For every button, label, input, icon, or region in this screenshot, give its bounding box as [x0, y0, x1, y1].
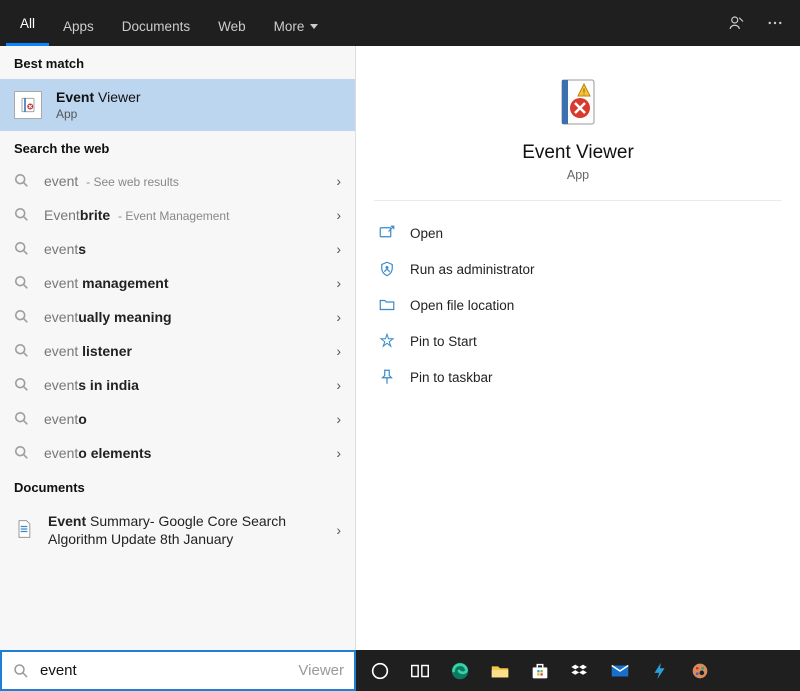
- web-suggestion-text: event listener: [44, 343, 336, 359]
- search-icon: [14, 173, 30, 189]
- search-icon: [14, 343, 30, 359]
- web-suggestion-text: event - See web results: [44, 173, 336, 189]
- web-suggestion-text: events in india: [44, 377, 336, 393]
- chevron-right-icon: ›: [336, 275, 341, 291]
- web-suggestion-text: eventually meaning: [44, 309, 336, 325]
- web-suggestion[interactable]: Eventbrite - Event Management›: [0, 198, 355, 232]
- chevron-right-icon: ›: [336, 445, 341, 461]
- documents-header: Documents: [0, 470, 355, 503]
- edge-icon[interactable]: [440, 650, 480, 691]
- chevron-down-icon: [310, 24, 318, 29]
- chevron-right-icon: ›: [336, 207, 341, 223]
- web-suggestion[interactable]: eventually meaning›: [0, 300, 355, 334]
- search-icon: [14, 377, 30, 393]
- search-box[interactable]: Viewer: [0, 650, 356, 691]
- web-suggestion[interactable]: event listener›: [0, 334, 355, 368]
- feedback-icon[interactable]: [718, 0, 756, 46]
- tab-all[interactable]: All: [6, 4, 49, 46]
- tab-apps[interactable]: Apps: [49, 7, 108, 46]
- store-icon[interactable]: [520, 650, 560, 691]
- mail-icon[interactable]: [600, 650, 640, 691]
- event-viewer-large-icon: !: [550, 74, 606, 130]
- web-suggestion-text: events: [44, 241, 336, 257]
- web-suggestion-text: Eventbrite - Event Management: [44, 207, 336, 223]
- paint-icon[interactable]: [680, 650, 720, 691]
- preview-title: Event Viewer: [374, 142, 782, 164]
- search-icon: [12, 662, 30, 680]
- tab-documents[interactable]: Documents: [108, 7, 204, 46]
- pin-taskbar-icon: [378, 368, 396, 386]
- web-suggestion-text: evento: [44, 411, 336, 427]
- web-suggestion[interactable]: evento elements›: [0, 436, 355, 470]
- open-icon: [378, 224, 396, 242]
- search-icon: [14, 309, 30, 325]
- chevron-right-icon: ›: [336, 377, 341, 393]
- chevron-right-icon: ›: [336, 241, 341, 257]
- best-match-subtitle: App: [56, 107, 141, 121]
- preview-subtitle: App: [374, 168, 782, 182]
- dropbox-icon[interactable]: [560, 650, 600, 691]
- search-web-header: Search the web: [0, 131, 355, 164]
- best-match-title: Event Viewer: [56, 89, 141, 105]
- search-icon: [14, 207, 30, 223]
- search-icon: [14, 275, 30, 291]
- results-panel: Best match Event Viewer App Search the w…: [0, 46, 356, 650]
- admin-icon: [378, 260, 396, 278]
- tab-web[interactable]: Web: [204, 7, 260, 46]
- chevron-right-icon: ›: [336, 309, 341, 325]
- action-run-as-administrator[interactable]: Run as administrator: [374, 251, 782, 287]
- folder-icon: [378, 296, 396, 314]
- taskview-icon[interactable]: [400, 650, 440, 691]
- more-options-icon[interactable]: [756, 0, 794, 46]
- svg-text:!: !: [583, 87, 586, 97]
- web-suggestion[interactable]: event - See web results›: [0, 164, 355, 198]
- web-suggestion-text: event management: [44, 275, 336, 291]
- action-label: Open: [410, 226, 443, 241]
- action-open-file-location[interactable]: Open file location: [374, 287, 782, 323]
- preview-panel: ! Event Viewer App Open Run as administra…: [356, 46, 800, 650]
- pin-start-icon: [378, 332, 396, 350]
- action-label: Pin to Start: [410, 334, 477, 349]
- search-icon: [14, 445, 30, 461]
- action-label: Pin to taskbar: [410, 370, 493, 385]
- web-suggestion[interactable]: events in india›: [0, 368, 355, 402]
- search-icon: [14, 241, 30, 257]
- explorer-icon[interactable]: [480, 650, 520, 691]
- action-pin-to-taskbar[interactable]: Pin to taskbar: [374, 359, 782, 395]
- action-label: Open file location: [410, 298, 514, 313]
- best-match-result[interactable]: Event Viewer App: [0, 79, 355, 131]
- tab-more[interactable]: More: [260, 7, 333, 46]
- event-viewer-icon: [14, 91, 42, 119]
- web-suggestion[interactable]: event management›: [0, 266, 355, 300]
- chevron-right-icon: ›: [336, 343, 341, 359]
- chevron-right-icon: ›: [336, 411, 341, 427]
- action-open[interactable]: Open: [374, 215, 782, 251]
- cortana-icon[interactable]: [360, 650, 400, 691]
- document-icon: [14, 519, 34, 541]
- web-suggestion-text: evento elements: [44, 445, 336, 461]
- web-suggestion[interactable]: evento›: [0, 402, 355, 436]
- document-result[interactable]: Event Summary- Google Core Search Algori…: [0, 503, 355, 557]
- taskbar: Viewer: [0, 650, 800, 691]
- document-title: Event Summary- Google Core Search Algori…: [48, 512, 322, 548]
- action-pin-to-start[interactable]: Pin to Start: [374, 323, 782, 359]
- search-suggestion-ghost: Viewer: [298, 662, 344, 679]
- search-input[interactable]: [40, 662, 294, 679]
- search-icon: [14, 411, 30, 427]
- chevron-right-icon: ›: [336, 173, 341, 189]
- web-suggestion[interactable]: events›: [0, 232, 355, 266]
- best-match-header: Best match: [0, 46, 355, 79]
- chevron-right-icon: ›: [336, 522, 341, 538]
- action-label: Run as administrator: [410, 262, 535, 277]
- lightning-icon[interactable]: [640, 650, 680, 691]
- search-filter-tabs: All Apps Documents Web More: [0, 0, 800, 46]
